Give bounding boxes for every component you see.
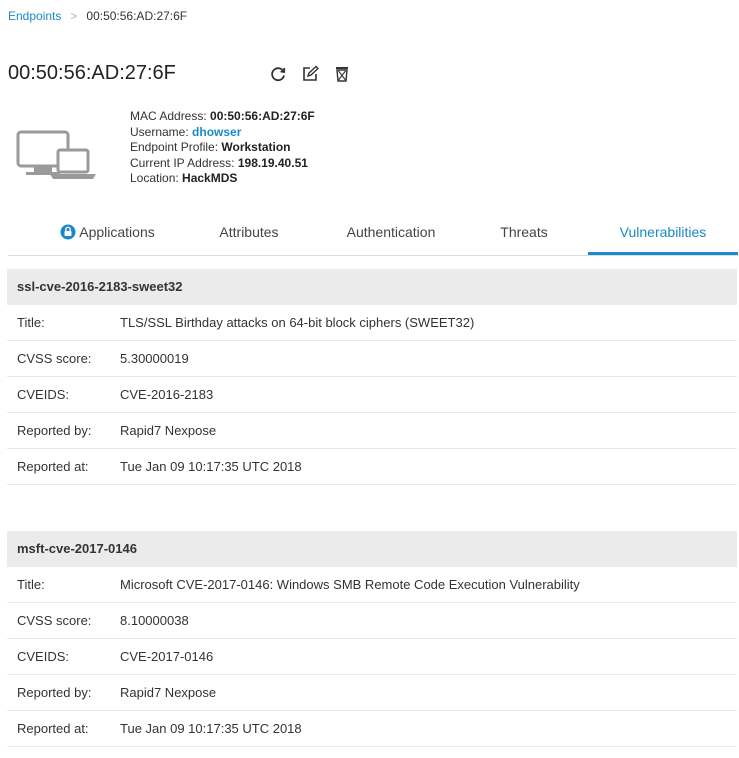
- cveids-row: CVEIDS: CVE-2017-0146: [7, 639, 737, 675]
- location-value: HackMDS: [182, 171, 238, 185]
- ip-address-line: Current IP Address: 198.19.40.51: [130, 155, 308, 170]
- edit-icon[interactable]: [300, 64, 320, 84]
- title-row: Title: TLS/SSL Birthday attacks on 64-bit…: [7, 305, 737, 341]
- ip-address-value: 198.19.40.51: [237, 155, 308, 170]
- reported-at-row: Reported at: Tue Jan 09 10:17:35 UTC 2018: [7, 449, 737, 485]
- username-link[interactable]: dhowser: [192, 125, 241, 139]
- page-title: 00:50:56:AD:27:6F: [8, 62, 176, 84]
- breadcrumb-separator: >: [70, 9, 78, 23]
- breadcrumb-endpoints-link[interactable]: Endpoints: [8, 9, 61, 23]
- endpoint-actions: [268, 64, 352, 84]
- reported-by-row: Reported by: Rapid7 Nexpose: [7, 675, 737, 711]
- mac-address-value: 00:50:56:AD:27:6F: [210, 109, 315, 123]
- mac-address-line: MAC Address: 00:50:56:AD:27:6F: [130, 109, 315, 123]
- vulnerability-card: msft-cve-2017-0146 Title: Microsoft CVE-2…: [7, 531, 737, 747]
- cveids-row: CVEIDS: CVE-2016-2183: [7, 377, 737, 413]
- workstation-icon: [16, 130, 100, 184]
- refresh-icon[interactable]: [268, 64, 288, 84]
- reported-at-row: Reported at: Tue Jan 09 10:17:35 UTC 2018: [7, 711, 737, 747]
- endpoint-info: MAC Address: 00:50:56:AD:27:6F Username:…: [130, 109, 315, 187]
- tab-bar: Applications Attributes Authentication T…: [8, 219, 739, 256]
- endpoint-profile-value: Workstation: [221, 140, 291, 154]
- delete-icon[interactable]: [332, 64, 352, 84]
- vulnerability-id: ssl-cve-2016-2183-sweet32: [7, 269, 737, 305]
- tab-threats[interactable]: Threats: [484, 219, 564, 255]
- location-line: Location: HackMDS: [130, 171, 238, 185]
- lock-icon: [59, 222, 77, 248]
- tab-applications[interactable]: Applications: [42, 219, 172, 255]
- cvss-score-row: CVSS score: 8.10000038: [7, 603, 737, 639]
- vulnerability-id: msft-cve-2017-0146: [7, 531, 737, 567]
- reported-by-row: Reported by: Rapid7 Nexpose: [7, 413, 737, 449]
- vulnerability-card: ssl-cve-2016-2183-sweet32 Title: TLS/SSL …: [7, 269, 737, 485]
- endpoint-profile-line: Endpoint Profile: Workstation: [130, 140, 291, 154]
- breadcrumb: Endpoints >00:50:56:AD:27:6F: [8, 9, 187, 23]
- username-line: Username: dhowser: [130, 124, 242, 139]
- breadcrumb-current: 00:50:56:AD:27:6F: [86, 9, 188, 23]
- title-row: Title: Microsoft CVE-2017-0146: Windows S…: [7, 567, 737, 603]
- tab-attributes[interactable]: Attributes: [204, 219, 294, 255]
- tab-vulnerabilities[interactable]: Vulnerabilities: [588, 219, 738, 255]
- tab-authentication[interactable]: Authentication: [332, 219, 450, 255]
- cvss-score-row: CVSS score: 5.30000019: [7, 341, 737, 377]
